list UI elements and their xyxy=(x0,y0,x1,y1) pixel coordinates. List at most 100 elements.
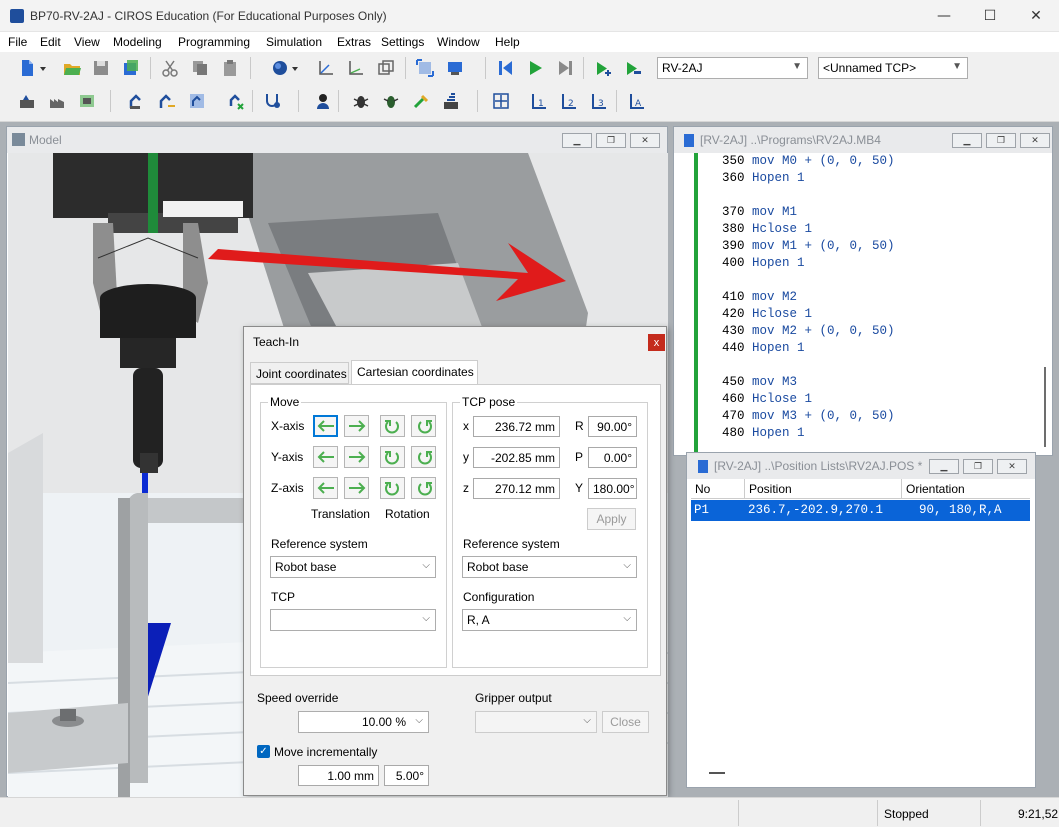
step-program-icon[interactable] xyxy=(555,59,575,77)
code-line[interactable]: 370 mov M1 xyxy=(722,204,895,221)
paste-icon[interactable] xyxy=(220,59,240,77)
poslist-close-button[interactable]: ✕ xyxy=(997,459,1027,474)
robot-reset-icon[interactable] xyxy=(226,92,246,110)
yaw-value-field[interactable]: 180.00° xyxy=(588,478,637,499)
reset-program-icon[interactable] xyxy=(495,59,515,77)
gripper-tool-icon[interactable] xyxy=(411,92,431,110)
scrollbar-thumb[interactable] xyxy=(1044,367,1046,447)
x-rotate-cw-button[interactable] xyxy=(411,415,436,437)
save-all-icon[interactable] xyxy=(121,59,141,77)
x-rotate-ccw-button[interactable] xyxy=(380,415,405,437)
tab-cartesian-coordinates[interactable]: Cartesian coordinates xyxy=(351,360,478,385)
z-rotate-cw-button[interactable] xyxy=(411,477,436,499)
copy-icon[interactable] xyxy=(190,59,210,77)
menu-programming[interactable]: Programming xyxy=(178,35,250,49)
frame-1-icon[interactable]: 1 xyxy=(529,92,549,110)
code-line[interactable]: 440 Hopen 1 xyxy=(722,340,895,357)
factory-icon[interactable] xyxy=(47,92,67,110)
z-plus-button[interactable] xyxy=(344,477,369,499)
x-value-field[interactable]: 236.72 mm xyxy=(473,416,560,437)
y-plus-button[interactable] xyxy=(344,446,369,468)
gripper-output-select[interactable]: ⌵ xyxy=(475,711,597,733)
column-header-position[interactable]: Position xyxy=(749,482,792,496)
resize-grip[interactable] xyxy=(709,772,725,774)
window-layout-icon[interactable] xyxy=(376,59,396,77)
code-line[interactable]: 350 mov M0 + (0, 0, 50) xyxy=(722,153,895,170)
model-close-button[interactable]: ✕ xyxy=(630,133,660,148)
code-editor[interactable]: 350 mov M0 + (0, 0, 50) 360 Hopen 1 370 mo… xyxy=(722,153,895,442)
poslist-restore-button[interactable]: ❐ xyxy=(963,459,993,474)
increment-mm-field[interactable]: 1.00 mm xyxy=(298,765,379,786)
diagnosis-icon[interactable] xyxy=(262,92,282,110)
menu-window[interactable]: Window xyxy=(437,35,480,49)
frame-a-icon[interactable]: A xyxy=(627,92,647,110)
poslist-minimize-button[interactable]: ▁ xyxy=(929,459,959,474)
p-value-field[interactable]: 0.00° xyxy=(588,447,637,468)
code-line[interactable]: 360 Hopen 1 xyxy=(722,170,895,187)
view-dropdown-icon[interactable] xyxy=(289,59,301,77)
menu-file[interactable]: File xyxy=(8,35,27,49)
coordinate-system-icon[interactable] xyxy=(346,59,366,77)
coordinate-axes-icon[interactable] xyxy=(316,59,336,77)
open-folder-icon[interactable] xyxy=(62,59,82,77)
position-list-icon[interactable] xyxy=(491,92,511,110)
tab-joint-coordinates[interactable]: Joint coordinates xyxy=(250,362,349,384)
code-line[interactable]: 480 Hopen 1 xyxy=(722,425,895,442)
code-line[interactable]: 410 mov M2 xyxy=(722,289,895,306)
frame-3-icon[interactable]: 3 xyxy=(589,92,609,110)
menu-edit[interactable]: Edit xyxy=(40,35,61,49)
robot-teach-icon[interactable] xyxy=(127,92,147,110)
column-header-no[interactable]: No xyxy=(695,482,710,496)
start-program-icon[interactable] xyxy=(525,59,545,77)
operator-icon[interactable] xyxy=(313,92,333,110)
code-line[interactable]: 400 Hopen 1 xyxy=(722,255,895,272)
fit-view-icon[interactable] xyxy=(415,59,435,77)
code-line[interactable]: 470 mov M3 + (0, 0, 50) xyxy=(722,408,895,425)
y-rotate-cw-button[interactable] xyxy=(411,446,436,468)
move-refsys-select[interactable]: Robot base ⌵ xyxy=(270,556,436,578)
io-panel-icon[interactable] xyxy=(441,92,461,110)
menu-simulation[interactable]: Simulation xyxy=(266,35,322,49)
y-minus-button[interactable] xyxy=(313,446,338,468)
table-row[interactable]: P1 236.7,-202.9,270.1 90, 180,R,A xyxy=(691,500,1030,521)
teach-position-icon[interactable] xyxy=(623,59,643,77)
save-icon[interactable] xyxy=(91,59,111,77)
camera-view-icon[interactable] xyxy=(445,59,465,77)
increment-deg-field[interactable]: 5.00° xyxy=(384,765,429,786)
z-minus-button[interactable] xyxy=(313,477,338,499)
menu-modeling[interactable]: Modeling xyxy=(113,35,162,49)
code-line[interactable]: 390 mov M1 + (0, 0, 50) xyxy=(722,238,895,255)
code-line[interactable] xyxy=(722,272,895,289)
z-rotate-ccw-button[interactable] xyxy=(380,477,405,499)
code-line[interactable]: 420 Hclose 1 xyxy=(722,306,895,323)
code-line[interactable]: 380 Hclose 1 xyxy=(722,221,895,238)
y-rotate-ccw-button[interactable] xyxy=(380,446,405,468)
code-line[interactable] xyxy=(722,187,895,204)
debug-bug-icon[interactable] xyxy=(351,92,371,110)
speed-override-select[interactable]: 10.00 % ⌵ xyxy=(298,711,429,733)
gripper-close-button[interactable]: Close xyxy=(602,711,649,733)
new-dropdown-icon[interactable] xyxy=(37,59,49,77)
pose-refsys-select[interactable]: Robot base ⌵ xyxy=(462,556,637,578)
robot-program-icon[interactable] xyxy=(187,92,207,110)
code-line[interactable] xyxy=(722,357,895,374)
debug-step-icon[interactable] xyxy=(381,92,401,110)
menu-extras[interactable]: Extras xyxy=(337,35,371,49)
menu-settings[interactable]: Settings xyxy=(381,35,424,49)
tcp-dropdown[interactable]: ⌵ xyxy=(270,609,436,631)
program-close-button[interactable]: ✕ xyxy=(1020,133,1050,148)
code-line[interactable]: 460 Hclose 1 xyxy=(722,391,895,408)
layout-icon[interactable] xyxy=(77,92,97,110)
robot-select[interactable]: RV-2AJ ▼ xyxy=(657,57,808,79)
x-plus-button[interactable] xyxy=(344,415,369,437)
model-minimize-button[interactable]: ▁ xyxy=(562,133,592,148)
new-file-icon[interactable] xyxy=(17,59,37,77)
r-value-field[interactable]: 90.00° xyxy=(588,416,637,437)
code-line[interactable]: 430 mov M2 + (0, 0, 50) xyxy=(722,323,895,340)
menu-help[interactable]: Help xyxy=(495,35,520,49)
code-line[interactable]: 450 mov M3 xyxy=(722,374,895,391)
z-value-field[interactable]: 270.12 mm xyxy=(473,478,560,499)
x-minus-button[interactable] xyxy=(313,415,338,437)
teach-in-close-button[interactable]: x xyxy=(648,334,665,351)
y-value-field[interactable]: -202.85 mm xyxy=(473,447,560,468)
